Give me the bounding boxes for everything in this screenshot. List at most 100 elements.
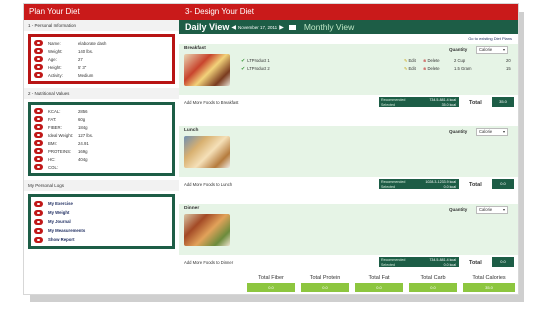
age-icon [34,56,43,62]
proteins-icon [34,148,43,154]
quantity-unit-select[interactable]: Calorie [476,206,508,214]
personal-row-name[interactable]: Name: elaborate dash [34,39,169,47]
delete-button[interactable]: ⊗Delete [423,58,440,63]
check-icon: ✔ [241,66,246,72]
food-amount: 1.5 Gram [454,66,472,71]
nutrition-row-col: COL: [34,163,169,171]
design-your-diet-header: 3- Design Your Diet [179,4,518,20]
total-fat: Total Fat 0.0 [355,274,403,292]
fiber-icon [34,124,43,130]
total-label: Total [469,182,482,188]
prev-day-arrow-icon[interactable]: ◀ [231,24,236,31]
next-day-arrow-icon[interactable]: ▶ [279,24,284,31]
recommended-box: Recommended 1028.3-1233.9 kcal Selected … [379,179,459,189]
log-show-report[interactable]: Show Report [34,235,169,244]
total-label: Total [469,100,482,106]
food-extra-value: 20 [506,58,511,63]
recommended-box: Recommended 734.5-881.4 kcal Selected 0.… [379,257,459,267]
add-more-foods-link[interactable]: Add More Foods to Lunch [184,182,232,187]
meal-total-value: 0.0 [492,257,514,267]
exercise-icon [34,200,43,207]
total-fiber: Total Fiber 0.0 [247,274,295,292]
edit-button[interactable]: ✎Edit [404,66,416,71]
food-amount: 2 Cup [454,58,466,63]
view-bar: Daily View ◀ November 17, 2011 ▶ Monthly… [179,20,518,34]
quantity-label: Quantity [449,129,468,134]
dinner-photo [184,214,230,246]
weight-log-icon [34,209,43,216]
calendar-icon[interactable] [288,24,296,30]
nutrition-row-proteins: PROTEINS: 169g [34,147,169,155]
personal-row-activity[interactable]: Activity: Medium [34,71,169,79]
total-label: Total [469,260,482,266]
height-icon [34,64,43,70]
log-my-journal[interactable]: My Journal [34,217,169,226]
left-panel: Plan Your Diet 1 - Personal Information … [24,4,179,294]
nutrition-heading: 2 - Nutritional Values [24,88,179,99]
ideal-weight-icon [34,132,43,138]
pencil-icon: ✎ [404,58,408,63]
nutrition-box: KCAL: 2856 FAT: 60g FIBER: 184g Ideal Weigh… [28,102,175,176]
logs-box: My Exercise My Weight My Journal My Meas… [28,194,175,249]
activity-icon [34,72,43,78]
meal-name: Lunch [184,128,199,133]
right-panel: 3- Design Your Diet Daily View ◀ Novembe… [179,4,518,294]
personal-info-box: Name: elaborate dash Weight: 140 lbs. Age:… [28,34,175,84]
recommended-box: Recommended 734.5-881.4 kcal Selected 35… [379,97,459,107]
add-more-foods-link[interactable]: Add More Foods to Dinner [184,260,233,265]
delete-icon: ⊗ [423,58,427,63]
meal-total-value: 35.0 [492,97,514,107]
quantity-unit-select[interactable]: Calorie [476,128,508,136]
log-my-weight[interactable]: My Weight [34,208,169,217]
edit-button[interactable]: ✎Edit [404,58,416,63]
meal-name: Breakfast [184,46,206,51]
report-icon [34,236,43,243]
col-icon [34,164,43,170]
total-carb: Total Carb 0.0 [409,274,457,292]
monthly-view-tab[interactable]: Monthly View [304,22,354,32]
current-date: November 17, 2011 [237,24,278,30]
hc-icon [34,156,43,162]
measurements-icon [34,227,43,234]
log-my-exercise[interactable]: My Exercise [34,199,169,208]
total-protein: Total Protein 0.0 [301,274,349,292]
meal-dinner: Dinner Quantity Calorie Add More Foods t… [179,204,518,274]
personal-row-age[interactable]: Age: 27 [34,55,169,63]
meal-total-value: 0.0 [492,179,514,189]
logs-heading: My Personal Logs [24,180,179,191]
weight-icon [34,48,43,54]
log-my-measurements[interactable]: My Measurements [34,226,169,235]
quantity-label: Quantity [449,47,468,52]
quantity-label: Quantity [449,207,468,212]
total-calories: Total Calories 35.0 [463,274,515,292]
nutrition-row-hc: HC: 404g [34,155,169,163]
personal-info-heading: 1 - Personal Information [24,20,179,31]
daily-view-tab[interactable]: Daily View [185,22,229,32]
nutrition-row-bmi: BMI: 24.91 [34,139,169,147]
kcal-icon [34,108,43,114]
lunch-photo [184,136,230,168]
name-icon [34,40,43,46]
fat-icon [34,116,43,122]
personal-row-weight[interactable]: Weight: 140 lbs. [34,47,169,55]
breakfast-photo [184,54,230,86]
nutrition-row-fiber: FIBER: 184g [34,123,169,131]
plan-your-diet-header: Plan Your Diet [24,4,179,20]
bmi-icon [34,140,43,146]
nutrition-row-kcal: KCAL: 2856 [34,107,169,115]
personal-row-height[interactable]: Height: 5' 3" [34,63,169,71]
food-extra-value: 15 [506,66,511,71]
meal-breakfast: Breakfast Quantity Calorie ✔LTProduct 1 … [179,44,518,114]
meal-name: Dinner [184,206,200,211]
journal-icon [34,218,43,225]
daily-totals: Total Fiber 0.0 Total Protein 0.0 Total Fa… [179,274,518,294]
nutrition-row-ideal-weight: Ideal Weight: 127 lbs. [34,131,169,139]
quantity-unit-select[interactable]: Calorie [476,46,508,54]
add-more-foods-link[interactable]: Add More Foods to Breakfast [184,100,238,105]
delete-button[interactable]: ⊗Delete [423,66,440,71]
go-to-existing-plans-link[interactable]: Go to existing Diet Plans [468,36,512,41]
nutrition-row-fat: FAT: 60g [34,115,169,123]
food-item-2: ✔ LTProduct 2 [241,66,270,72]
food-item-1: ✔ LTProduct 1 [241,58,270,64]
pencil-icon: ✎ [404,66,408,71]
